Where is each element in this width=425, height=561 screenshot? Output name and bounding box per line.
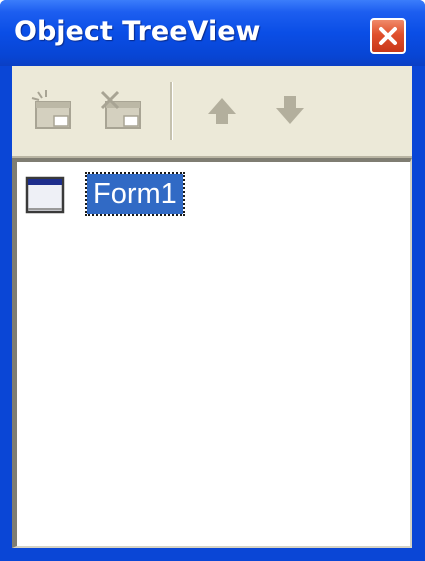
close-icon [379, 27, 397, 45]
new-item-button[interactable] [30, 88, 78, 134]
delete-item-icon [100, 90, 141, 129]
move-up-button[interactable] [198, 88, 246, 134]
arrow-up-icon [208, 98, 236, 124]
toolbar [12, 66, 412, 158]
close-button[interactable] [370, 18, 406, 54]
object-treeview-window: Object TreeView Form1 [0, 0, 425, 561]
window-bottom-border [0, 548, 425, 561]
form-window-icon [25, 176, 65, 214]
toolbar-separator [170, 82, 173, 140]
new-item-icon [31, 90, 71, 129]
tree-node-label: Form1 [85, 172, 185, 216]
arrow-down-icon [276, 96, 304, 124]
delete-item-button[interactable] [98, 88, 146, 134]
window-title: Object TreeView [14, 16, 261, 47]
title-bar[interactable]: Object TreeView [0, 0, 425, 66]
move-down-button[interactable] [266, 88, 314, 134]
tree-view[interactable]: Form1 [12, 158, 412, 548]
